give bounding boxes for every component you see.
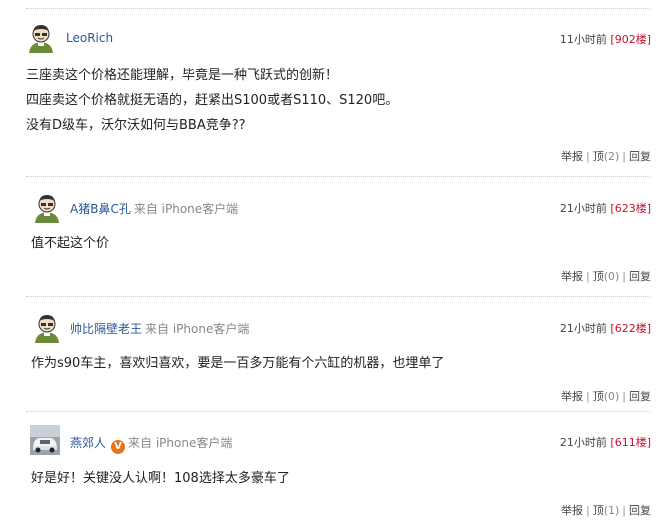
floor-number: 622楼	[614, 322, 647, 335]
comment-time: 21小时前	[559, 322, 607, 335]
reply-link[interactable]: 回复	[629, 270, 651, 283]
comment-meta: 21小时前 [623楼]	[559, 202, 651, 215]
comment-body: 三座卖这个价格还能理解，毕竟是一种飞跃式的创新！ 四座卖这个价格就挺无语的，赶紧…	[26, 63, 398, 138]
reply-link[interactable]: 回复	[629, 390, 651, 403]
comment-username-row: 帅比隔壁老王 来自 iPhone客户端	[70, 320, 249, 337]
comment-source: 来自 iPhone客户端	[128, 436, 233, 450]
car-photo-avatar-icon[interactable]	[30, 425, 60, 455]
comment-source: 来自 iPhone客户端	[133, 202, 239, 216]
floor-number: 611楼	[614, 436, 647, 449]
comment-line: 没有D级车，沃尔沃如何与BBA竞争??	[26, 118, 246, 133]
comment-line: 好是好！关键没人认啊！108选择太多豪车了	[31, 471, 290, 486]
upvote-count: (0)	[603, 270, 620, 283]
upvote-count: (1)	[603, 504, 620, 517]
reply-link[interactable]: 回复	[629, 150, 651, 163]
floor-number: 902楼	[614, 33, 647, 46]
report-link[interactable]: 举报	[561, 270, 583, 283]
comment-meta: 21小时前 [611楼]	[559, 436, 651, 449]
comment-meta: 21小时前 [622楼]	[559, 322, 651, 335]
comment-line: 三座卖这个价格还能理解，毕竟是一种飞跃式的创新！	[26, 68, 339, 83]
upvote-link[interactable]: 顶(1)	[593, 504, 620, 517]
divider	[26, 176, 650, 177]
upvote-link[interactable]: 顶(2)	[593, 150, 620, 163]
comment-line: 值不起这个价	[31, 236, 110, 251]
comment-body: 值不起这个价	[31, 231, 109, 256]
comment-time: 21小时前	[559, 436, 607, 449]
comment-line: 四座卖这个价格就挺无语的，赶紧出S100或者S110、S120吧。	[26, 93, 399, 108]
comment-username-row: A猪B鼻C孔 来自 iPhone客户端	[70, 200, 238, 217]
comment-username-row: 燕郊人 V 来自 iPhone客户端	[70, 434, 232, 454]
floor-number: 623楼	[614, 202, 647, 215]
comment-time: 21小时前	[559, 202, 607, 215]
comment-meta: 11小时前 [902楼]	[559, 33, 651, 46]
upvote-link[interactable]: 顶(0)	[593, 270, 620, 283]
comment-username-row: LeoRich	[66, 31, 113, 45]
username-link[interactable]: 帅比隔壁老王	[70, 322, 142, 336]
comment-line: 作为s90车主，喜欢归喜欢，要是一百多万能有个六缸的机器，也埋单了	[31, 356, 445, 371]
cartoon-person-avatar-icon[interactable]	[26, 23, 56, 53]
comment-body: 好是好！关键没人认啊！108选择太多豪车了	[31, 466, 290, 491]
comment-body: 作为s90车主，喜欢归喜欢，要是一百多万能有个六缸的机器，也埋单了	[31, 351, 444, 376]
comment-actions: 举报 | 顶(1) | 回复	[560, 504, 651, 517]
report-link[interactable]: 举报	[561, 150, 583, 163]
upvote-label: 顶	[592, 504, 604, 517]
username-link[interactable]: LeoRich	[66, 31, 113, 45]
reply-link[interactable]: 回复	[629, 504, 651, 517]
upvote-link[interactable]: 顶(0)	[593, 390, 620, 403]
comment-actions: 举报 | 顶(0) | 回复	[560, 270, 651, 283]
cartoon-person-avatar-icon[interactable]	[32, 193, 62, 223]
verified-badge-icon: V	[111, 440, 126, 454]
upvote-label: 顶	[592, 270, 604, 283]
username-link[interactable]: 燕郊人	[70, 436, 106, 450]
report-link[interactable]: 举报	[561, 390, 583, 403]
report-link[interactable]: 举报	[561, 504, 583, 517]
comment-actions: 举报 | 顶(2) | 回复	[560, 150, 651, 163]
upvote-label: 顶	[592, 150, 604, 163]
upvote-count: (2)	[603, 150, 620, 163]
upvote-label: 顶	[592, 390, 604, 403]
divider	[26, 296, 650, 297]
divider	[26, 8, 650, 9]
comment-time: 11小时前	[559, 33, 607, 46]
divider	[26, 411, 650, 412]
comment-source: 来自 iPhone客户端	[145, 322, 250, 336]
cartoon-person-avatar-icon[interactable]	[32, 313, 62, 343]
comment-actions: 举报 | 顶(0) | 回复	[560, 390, 651, 403]
username-link[interactable]: A猪B鼻C孔	[70, 202, 131, 216]
upvote-count: (0)	[603, 390, 620, 403]
